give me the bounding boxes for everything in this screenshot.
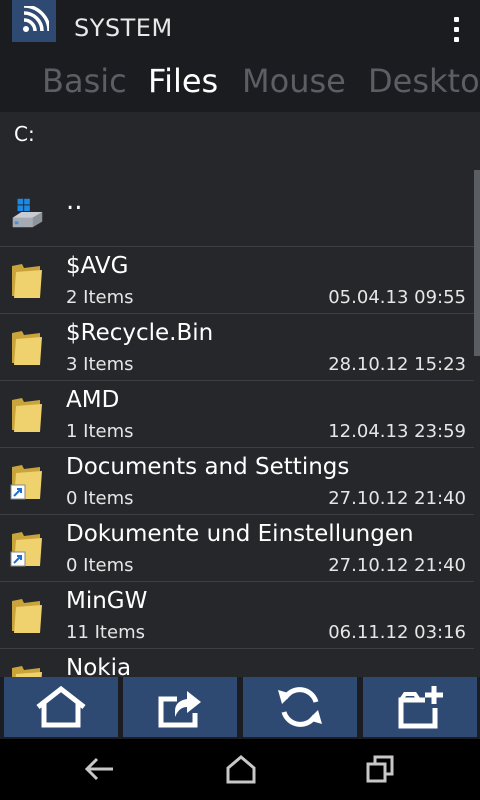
folder-shortcut-icon — [10, 465, 42, 500]
list-item[interactable]: AMD 1 Items 12.04.13 23:59 — [0, 381, 474, 448]
drive-icon — [12, 198, 43, 228]
modified-date: 28.10.12 15:23 — [328, 354, 466, 375]
list-item[interactable]: $Recycle.Bin 3 Items 28.10.12 15:23 — [0, 314, 474, 381]
home-nav-icon — [226, 755, 256, 784]
item-count: 0 Items — [66, 555, 134, 576]
new-folder-button[interactable] — [363, 677, 477, 737]
current-path: C: — [14, 122, 35, 146]
parent-directory-label: .. — [66, 186, 83, 216]
folder-icon — [12, 599, 42, 633]
folder-icon — [12, 398, 42, 432]
home-icon — [36, 685, 86, 728]
item-count: 1 Items — [66, 421, 134, 442]
folder-shortcut-icon — [10, 532, 42, 567]
file-name: MinGW — [66, 588, 148, 614]
recent-apps-button[interactable] — [360, 751, 400, 787]
list-item[interactable]: MinGW 11 Items 06.11.12 03:16 — [0, 582, 474, 649]
action-bar: SYSTEM Basic Files Mouse Desktop — [0, 0, 480, 112]
recent-apps-icon — [366, 755, 394, 783]
list-item[interactable]: $AVG 2 Items 05.04.13 09:55 — [0, 247, 474, 314]
home-button[interactable] — [4, 677, 118, 737]
home-nav-button[interactable] — [221, 751, 261, 787]
parent-directory-row[interactable]: .. — [0, 168, 474, 247]
file-name: $AVG — [66, 253, 129, 279]
modified-date: 27.10.12 21:40 — [328, 488, 466, 509]
system-navigation-bar — [0, 739, 480, 800]
item-count: 11 Items — [66, 622, 145, 643]
file-list: .. $AVG 2 Items 05.04.13 09:55 $Recycle.… — [0, 168, 474, 677]
app-title: SYSTEM — [74, 14, 173, 42]
list-item[interactable]: Documents and Settings 0 Items 27.10.12 … — [0, 448, 474, 515]
file-name: AMD — [66, 387, 120, 413]
item-count: 0 Items — [66, 488, 134, 509]
file-name: Nokia — [66, 655, 132, 677]
overflow-menu-icon[interactable] — [450, 14, 462, 46]
folder-icon — [12, 264, 42, 298]
refresh-icon — [278, 687, 322, 727]
tab-files[interactable]: Files — [148, 62, 218, 100]
file-name: Dokumente und Einstellungen — [66, 521, 414, 547]
scrollbar[interactable] — [474, 170, 480, 356]
tab-basic[interactable]: Basic — [42, 62, 127, 100]
refresh-button[interactable] — [243, 677, 357, 737]
file-name: Documents and Settings — [66, 454, 350, 480]
back-button[interactable] — [80, 751, 120, 787]
share-upload-icon — [158, 691, 201, 728]
modified-date: 12.04.13 23:59 — [328, 421, 466, 442]
modified-date: 06.11.12 03:16 — [328, 622, 466, 643]
folder-icon — [12, 666, 42, 677]
back-icon — [84, 757, 113, 781]
wifi-signal-icon — [23, 6, 49, 32]
modified-date: 27.10.12 21:40 — [328, 555, 466, 576]
bottom-toolbar — [0, 677, 480, 739]
folder-icon — [12, 331, 42, 365]
tab-desktop[interactable]: Desktop — [368, 62, 480, 100]
tab-strip: Basic Files Mouse Desktop — [0, 58, 480, 108]
app-icon[interactable] — [12, 0, 56, 42]
file-name: $Recycle.Bin — [66, 320, 214, 346]
file-browser: C: .. $AVG 2 Items 05.04.13 09:55 $Recyc… — [0, 112, 480, 677]
tab-mouse[interactable]: Mouse — [242, 62, 346, 100]
share-button[interactable] — [123, 677, 237, 737]
new-folder-icon — [398, 686, 443, 729]
item-count: 3 Items — [66, 354, 134, 375]
list-item[interactable]: Dokumente und Einstellungen 0 Items 27.1… — [0, 515, 474, 582]
list-item[interactable]: Nokia — [0, 649, 474, 677]
item-count: 2 Items — [66, 287, 134, 308]
modified-date: 05.04.13 09:55 — [328, 287, 466, 308]
